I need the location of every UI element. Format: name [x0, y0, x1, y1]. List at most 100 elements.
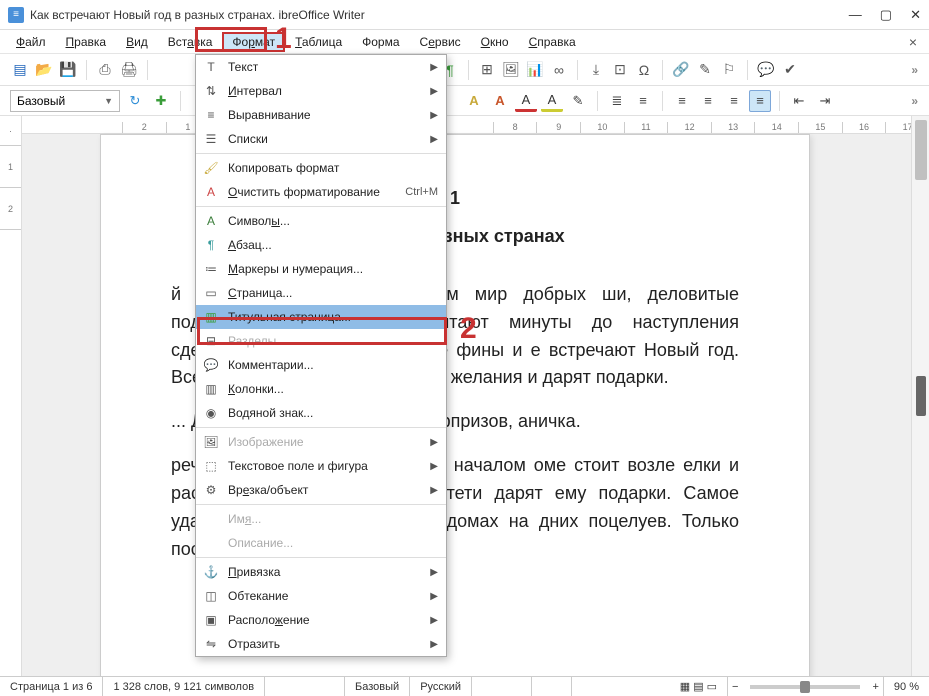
menu-comments[interactable]: 💬Комментарии...	[196, 353, 446, 377]
menu-title-page[interactable]: ▥Титульная страница...	[196, 305, 446, 329]
field-icon[interactable]: ⊡	[610, 60, 630, 80]
zoom-value[interactable]: 90 %	[883, 677, 929, 696]
menu-edit[interactable]: Правка	[56, 32, 117, 52]
chart-icon[interactable]: 📊	[525, 60, 545, 80]
window-controls: — ▢ ✕	[849, 7, 921, 23]
menu-page[interactable]: ▭Страница...	[196, 281, 446, 305]
formatting-toolbar: Базовый ▼ ↻ ✚ A A A A ✎ ≣ ≡ ≡ ≡ ≡ ≡ ⇤ ⇥ …	[0, 86, 929, 116]
window-title: Как встречают Новый год в разных странах…	[30, 8, 849, 22]
bullet-list-icon[interactable]: ≣	[606, 90, 628, 112]
marker-icon[interactable]: ✎	[567, 90, 589, 112]
menu-frame[interactable]: ⚙Врезка/объект▶	[196, 478, 446, 502]
clear-icon: A	[202, 183, 220, 201]
menu-paragraph[interactable]: ¶Абзац...	[196, 233, 446, 257]
zoom-slider[interactable]	[750, 685, 860, 689]
align-icon: ≡	[202, 106, 220, 124]
align-center-icon[interactable]: ≡	[697, 90, 719, 112]
menu-flip[interactable]: ⇋Отразить▶	[196, 632, 446, 656]
status-style[interactable]: Базовый	[345, 677, 410, 696]
align-justify-icon[interactable]: ≡	[749, 90, 771, 112]
menu-text-box[interactable]: ⬚Текстовое поле и фигура▶	[196, 454, 446, 478]
align-left-icon[interactable]: ≡	[671, 90, 693, 112]
track-changes-icon[interactable]: ✔	[780, 60, 800, 80]
maximize-button[interactable]: ▢	[880, 7, 892, 23]
char-icon: A	[202, 212, 220, 230]
new-icon[interactable]: ▤	[10, 60, 30, 80]
menu-wrap[interactable]: ◫Обтекание▶	[196, 584, 446, 608]
menu-anchor[interactable]: ⚓Привязка▶	[196, 560, 446, 584]
update-style-icon[interactable]: ↻	[124, 90, 146, 112]
menu-columns[interactable]: ▥Колонки...	[196, 377, 446, 401]
zoom-in-icon[interactable]: +	[868, 681, 882, 693]
bullets-icon: ≔	[202, 260, 220, 278]
menu-form[interactable]: Форма	[352, 32, 409, 52]
titlebar: ≡ Как встречают Новый год в разных стран…	[0, 0, 929, 30]
submenu-arrow-icon: ▶	[430, 134, 438, 145]
zoom-knob[interactable]	[800, 681, 810, 693]
menu-watermark[interactable]: ◉Водяной знак...	[196, 401, 446, 425]
menu-alignment[interactable]: ≡Выравнивание▶	[196, 103, 446, 127]
align-right-icon[interactable]: ≡	[723, 90, 745, 112]
para-icon: ¶	[202, 236, 220, 254]
table-icon[interactable]: ⊞	[477, 60, 497, 80]
new-style-icon[interactable]: ✚	[150, 90, 172, 112]
bookmark-icon[interactable]: ⚐	[719, 60, 739, 80]
menu-lists[interactable]: ☰Списки▶	[196, 127, 446, 151]
comment-icon[interactable]: 💬	[756, 60, 776, 80]
status-page[interactable]: Страница 1 из 6	[0, 677, 103, 696]
vertical-scrollbar[interactable]	[911, 116, 929, 676]
link-icon[interactable]: ∞	[549, 60, 569, 80]
title-icon: ▥	[202, 308, 220, 326]
menu-character[interactable]: AСимволы...	[196, 209, 446, 233]
menu-text[interactable]: TТекст▶	[196, 55, 446, 79]
toolbar-overflow[interactable]: »	[911, 63, 919, 77]
menu-file[interactable]: Файл	[6, 32, 56, 52]
menu-tools[interactable]: Сервис	[410, 32, 471, 52]
flip-icon: ⇋	[202, 635, 220, 653]
open-icon[interactable]: 📂	[34, 60, 54, 80]
submenu-arrow-icon: ▶	[430, 62, 438, 73]
special-char-icon[interactable]: Ω	[634, 60, 654, 80]
paragraph-style-select[interactable]: Базовый ▼	[10, 90, 120, 112]
menu-image: 🖼Изображение▶	[196, 430, 446, 454]
char-bg-icon[interactable]: A	[541, 90, 563, 112]
menu-window[interactable]: Окно	[471, 32, 519, 52]
menu-clone-format[interactable]: 🖌Копировать формат	[196, 156, 446, 180]
menu-clear-format[interactable]: AОчистить форматированиеCtrl+M	[196, 180, 446, 204]
menu-table[interactable]: Таблица	[285, 32, 352, 52]
footnote-icon[interactable]: ✎	[695, 60, 715, 80]
zoom-out-icon[interactable]: −	[728, 681, 742, 693]
status-lang[interactable]: Русский	[410, 677, 472, 696]
minimize-button[interactable]: —	[849, 7, 862, 23]
hyperlink-icon[interactable]: 🔗	[671, 60, 691, 80]
horizontal-ruler[interactable]: 21 8910 111213 141516 17	[22, 116, 929, 134]
font-color-icon[interactable]: A	[489, 90, 511, 112]
vertical-ruler[interactable]: · 12	[0, 116, 22, 680]
highlight-icon[interactable]: A	[515, 90, 537, 112]
menu-view[interactable]: Вид	[116, 32, 158, 52]
indent-inc-icon[interactable]: ⇥	[814, 90, 836, 112]
menu-bullets[interactable]: ≔Маркеры и нумерация...	[196, 257, 446, 281]
nav-thumb[interactable]	[916, 376, 926, 416]
toolbar2-overflow[interactable]: »	[911, 94, 919, 108]
submenu-arrow-icon: ▶	[430, 485, 438, 496]
indent-dec-icon[interactable]: ⇤	[788, 90, 810, 112]
page-break-icon[interactable]: ⤓	[586, 60, 606, 80]
num-list-icon[interactable]: ≡	[632, 90, 654, 112]
view-mode-icons[interactable]: ▦ ▤ ▭	[670, 677, 728, 696]
scrollbar-thumb[interactable]	[915, 120, 927, 180]
status-insert[interactable]	[532, 677, 572, 696]
menu-help[interactable]: Справка	[519, 32, 586, 52]
bold-icon[interactable]: A	[463, 90, 485, 112]
save-icon[interactable]: 💾	[58, 60, 78, 80]
shortcut-label: Ctrl+M	[405, 186, 438, 198]
menu-arrange[interactable]: ▣Расположение▶	[196, 608, 446, 632]
print-icon[interactable]: 🖨	[119, 60, 139, 80]
close-button[interactable]: ✕	[910, 7, 921, 23]
menu-insert[interactable]: Вставка	[158, 32, 223, 52]
export-pdf-icon[interactable]: ⎙	[95, 60, 115, 80]
status-words[interactable]: 1 328 слов, 9 121 символов	[103, 677, 265, 696]
menu-spacing[interactable]: ⇅Интервал▶	[196, 79, 446, 103]
close-doc-button[interactable]: ×	[903, 34, 923, 50]
image-insert-icon[interactable]: 🖼	[501, 60, 521, 80]
